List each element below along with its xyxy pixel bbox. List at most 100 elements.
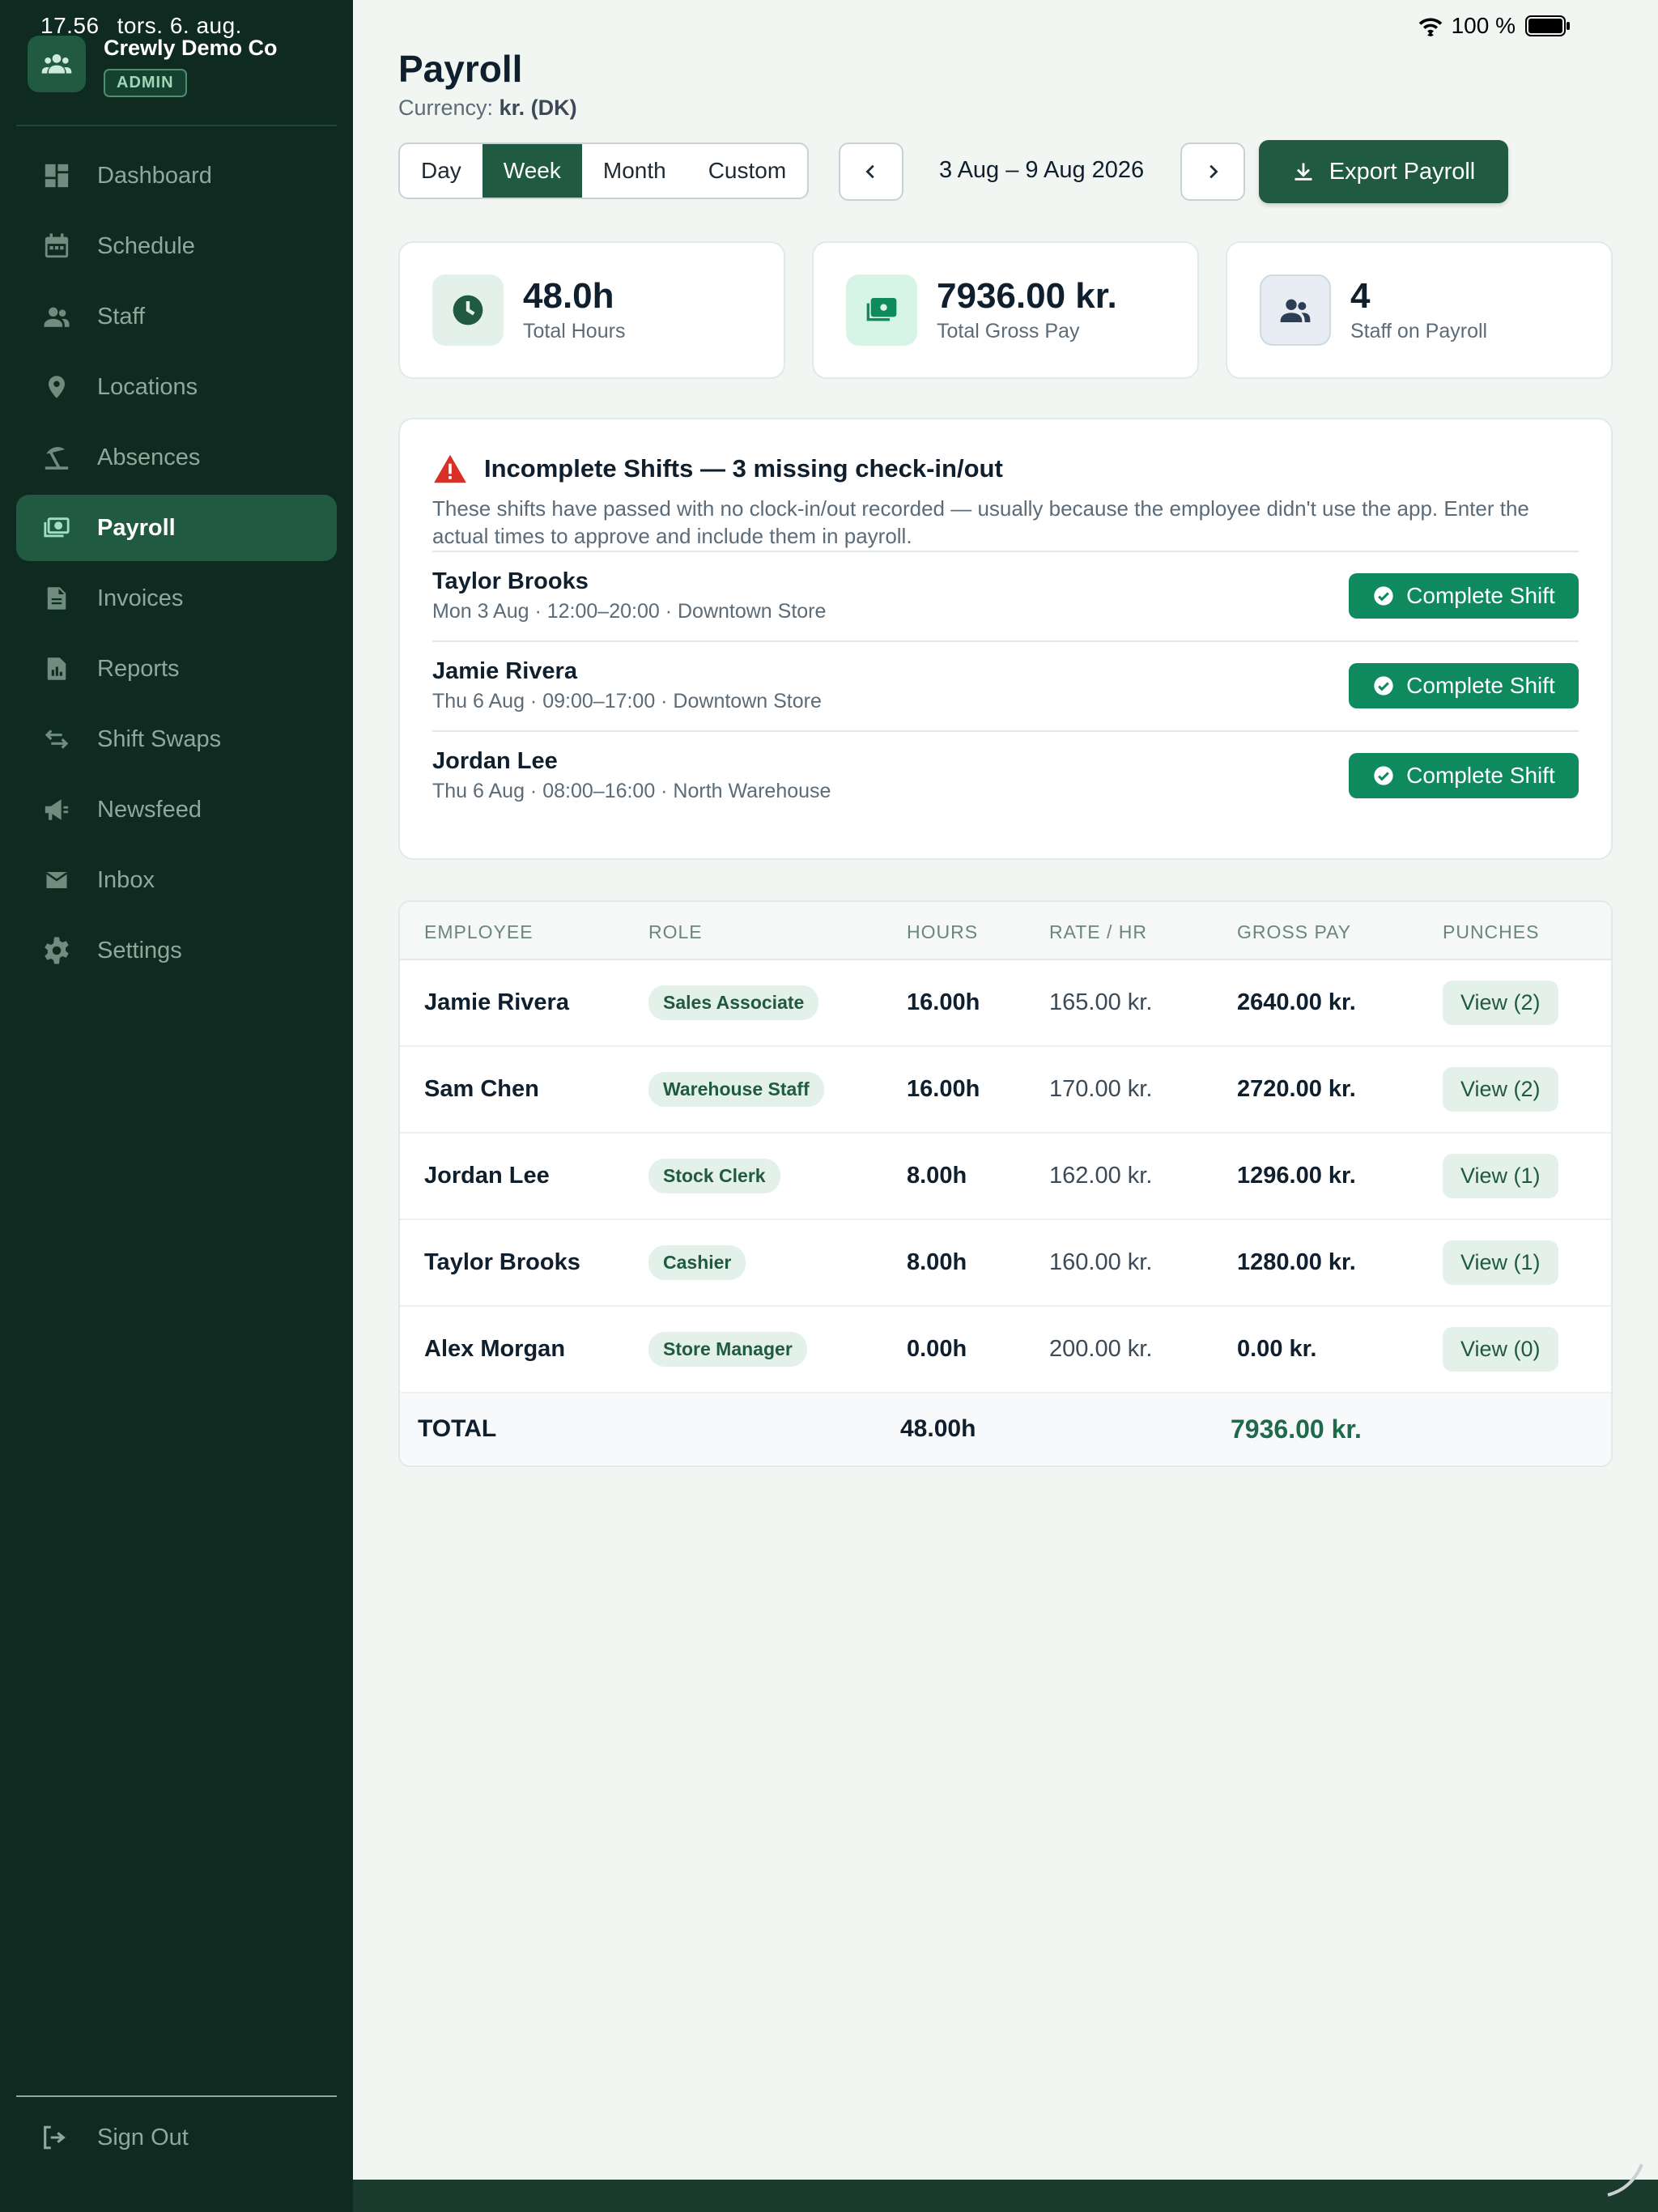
clock-icon [432, 274, 504, 346]
hours-cell: 16.00h [907, 1076, 980, 1102]
calendar-icon [40, 230, 73, 262]
sign-out-button[interactable]: Sign Out [40, 2121, 189, 2154]
sidebar-item-invoices[interactable]: Invoices [16, 565, 337, 632]
sidebar-item-label: Settings [97, 937, 182, 963]
incomplete-shifts-panel: Incomplete Shifts — 3 missing check-in/o… [398, 418, 1613, 860]
table-total-row: TOTAL 48.00h 7936.00 kr. [400, 1393, 1611, 1465]
complete-shift-label: Complete Shift [1406, 673, 1555, 699]
wifi-icon [1418, 15, 1443, 36]
role-badge: Cashier [648, 1245, 746, 1280]
previous-period-button[interactable] [839, 143, 903, 201]
org-header[interactable]: Crewly Demo Co ADMIN [28, 36, 278, 97]
sidebar-item-dashboard[interactable]: Dashboard [16, 143, 337, 209]
mail-icon [40, 864, 73, 896]
pin-icon [40, 371, 73, 403]
download-icon [1292, 160, 1315, 183]
next-period-button[interactable] [1180, 143, 1245, 201]
shift-employee-name: Jamie Rivera [432, 658, 577, 685]
sidebar-item-payroll[interactable]: Payroll [16, 495, 337, 561]
team-icon [28, 36, 86, 92]
role-cell: Stock Clerk [648, 1134, 780, 1219]
complete-shift-button[interactable]: Complete Shift [1349, 753, 1579, 799]
battery-icon [1525, 15, 1571, 37]
punches-cell: View (1) [1443, 1134, 1558, 1219]
status-indicators: 100 % [1418, 13, 1571, 39]
view-punches-button[interactable]: View (2) [1443, 1067, 1558, 1112]
column-header-hours: HOURS [907, 921, 979, 942]
role-badge: Warehouse Staff [648, 1072, 824, 1107]
gross-pay-cell: 2640.00 kr. [1237, 989, 1356, 1015]
table-header: EMPLOYEE ROLE HOURS RATE / HR GROSS PAY … [400, 902, 1611, 960]
column-header-gross-pay: GROSS PAY [1237, 921, 1352, 942]
sidebar-item-settings[interactable]: Settings [16, 917, 337, 984]
role-badge: Store Manager [648, 1332, 807, 1367]
report-icon [40, 653, 73, 685]
shift-employee-name: Taylor Brooks [432, 568, 589, 595]
rate-cell: 160.00 kr. [1049, 1249, 1153, 1275]
employee-name: Sam Chen [424, 1076, 539, 1102]
sidebar-item-reports[interactable]: Reports [16, 636, 337, 702]
sidebar-item-inbox[interactable]: Inbox [16, 847, 337, 913]
hours-cell: 16.00h [907, 989, 980, 1015]
period-custom-button[interactable]: Custom [687, 144, 807, 198]
sidebar-item-label: Inbox [97, 866, 155, 893]
table-row: Alex Morgan Store Manager 0.00h 200.00 k… [400, 1307, 1611, 1393]
sidebar-item-newsfeed[interactable]: Newsfeed [16, 776, 337, 843]
period-selector: Day Week Month Custom [398, 143, 810, 199]
complete-shift-button[interactable]: Complete Shift [1349, 573, 1579, 619]
view-punches-button[interactable]: View (2) [1443, 981, 1558, 1025]
sidebar-item-absences[interactable]: Absences [16, 424, 337, 491]
check-circle-icon [1372, 585, 1395, 607]
view-punches-button[interactable]: View (1) [1443, 1154, 1558, 1198]
resize-handle-icon[interactable] [1600, 2153, 1648, 2206]
rate-cell: 162.00 kr. [1049, 1163, 1153, 1189]
view-punches-button[interactable]: View (0) [1443, 1327, 1558, 1372]
sidebar-item-label: Locations [97, 373, 198, 400]
sidebar-item-staff[interactable]: Staff [16, 283, 337, 350]
period-day-button[interactable]: Day [400, 144, 483, 198]
shift-employee-name: Jordan Lee [432, 748, 558, 775]
sidebar-item-label: Schedule [97, 232, 195, 259]
currency-label: Currency: [398, 96, 494, 120]
rate-cell: 200.00 kr. [1049, 1336, 1153, 1362]
sidebar-nav: Dashboard Schedule Staff Locations Absen… [16, 143, 337, 988]
complete-shift-button[interactable]: Complete Shift [1349, 663, 1579, 709]
punches-cell: View (0) [1443, 1307, 1558, 1392]
stat-card-staff: 4 Staff on Payroll [1226, 241, 1613, 379]
total-hours-value: 48.0h [523, 276, 614, 317]
role-cell: Warehouse Staff [648, 1047, 824, 1132]
view-punches-button[interactable]: View (1) [1443, 1240, 1558, 1285]
sidebar-item-locations[interactable]: Locations [16, 354, 337, 420]
role-badge: Stock Clerk [648, 1159, 780, 1193]
warning-icon [432, 453, 468, 484]
incomplete-shift-row: Jordan Lee Thu 6 Aug · 08:00–16:00 · Nor… [432, 730, 1579, 820]
swap-icon [40, 723, 73, 755]
total-hours: 48.00h [900, 1415, 976, 1442]
gross-pay-cell: 2720.00 kr. [1237, 1076, 1356, 1102]
currency-info: Currency: kr. (DK) [398, 96, 577, 121]
chevron-right-icon [1204, 163, 1222, 181]
payroll-table: EMPLOYEE ROLE HOURS RATE / HR GROSS PAY … [398, 900, 1613, 1467]
sidebar-item-schedule[interactable]: Schedule [16, 213, 337, 279]
shift-details: Mon 3 Aug · 12:00–20:00 · Downtown Store [432, 600, 827, 623]
employee-name: Jamie Rivera [424, 989, 569, 1015]
logout-icon [40, 2121, 73, 2154]
period-month-button[interactable]: Month [582, 144, 687, 198]
sidebar-item-shift-swaps[interactable]: Shift Swaps [16, 706, 337, 772]
shift-details: Thu 6 Aug · 09:00–17:00 · Downtown Store [432, 690, 822, 713]
table-row: Sam Chen Warehouse Staff 16.00h 170.00 k… [400, 1047, 1611, 1134]
main-content: 100 % Payroll Currency: kr. (DK) Day Wee… [353, 0, 1658, 2180]
sidebar-item-label: Shift Swaps [97, 725, 222, 752]
check-circle-icon [1372, 764, 1395, 787]
employee-name: Taylor Brooks [424, 1249, 580, 1275]
chevron-left-icon [862, 163, 880, 181]
gear-icon [40, 934, 73, 967]
export-payroll-button[interactable]: Export Payroll [1259, 140, 1508, 203]
period-week-button[interactable]: Week [482, 144, 582, 198]
shift-details: Thu 6 Aug · 08:00–16:00 · North Warehous… [432, 780, 831, 803]
total-label: TOTAL [418, 1415, 497, 1442]
megaphone-icon [40, 793, 73, 826]
sidebar-item-label: Payroll [97, 514, 176, 541]
cash-icon [846, 274, 917, 346]
role-badge: Sales Associate [648, 985, 819, 1020]
